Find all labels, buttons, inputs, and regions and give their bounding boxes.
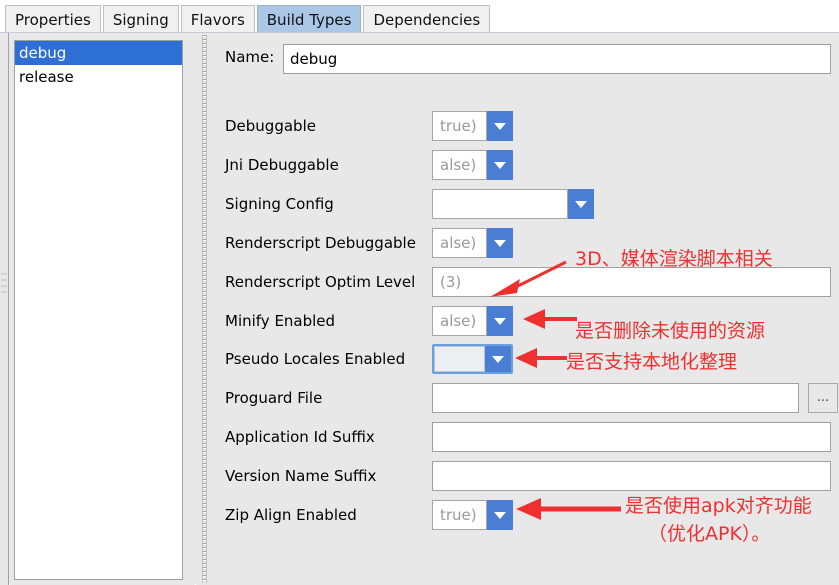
tab-build-types[interactable]: Build Types [256, 5, 362, 33]
annotation-label-renderscript: 3D、媒体渲染脚本相关 [575, 248, 773, 270]
splitter-grip [202, 35, 207, 583]
combo-minify-enabled-value: alse) [432, 306, 487, 336]
label-minify-enabled: Minify Enabled [225, 312, 336, 330]
build-type-list-panel: debug release [10, 33, 212, 585]
label-signing-config: Signing Config [225, 195, 334, 213]
browse-proguard-file-button[interactable]: ... [808, 383, 838, 413]
tab-signing[interactable]: Signing [102, 5, 179, 33]
label-debuggable: Debuggable [225, 117, 316, 135]
label-version-name-suffix: Version Name Suffix [225, 467, 377, 485]
combo-pseudo-locales-enabled[interactable] [432, 344, 513, 374]
label-renderscript-debuggable: Renderscript Debuggable [225, 234, 416, 252]
tab-dependencies[interactable]: Dependencies [363, 5, 491, 33]
list-item-debug[interactable]: debug [15, 41, 182, 65]
combo-jni-debuggable[interactable]: alse) [432, 150, 513, 180]
build-type-list[interactable]: debug release [14, 40, 183, 580]
input-version-name-suffix[interactable] [432, 461, 831, 491]
chevron-down-icon[interactable] [487, 150, 513, 180]
chevron-down-icon[interactable] [568, 189, 594, 219]
combo-zip-align-enabled-value: true) [432, 500, 487, 530]
combo-minify-enabled[interactable]: alse) [432, 306, 513, 336]
tab-flavors[interactable]: Flavors [180, 5, 255, 33]
rail-grip-handle[interactable] [1, 273, 7, 301]
panel-splitter[interactable] [196, 33, 214, 585]
chevron-down-icon[interactable] [485, 346, 511, 372]
combo-renderscript-debuggable[interactable]: alse) [432, 228, 513, 258]
label-pseudo-locales-enabled: Pseudo Locales Enabled [225, 350, 406, 368]
combo-signing-config[interactable] [432, 189, 594, 219]
chevron-down-icon[interactable] [487, 306, 513, 336]
left-tool-rail [0, 33, 9, 585]
list-item-release[interactable]: release [15, 65, 182, 89]
label-renderscript-optim-level: Renderscript Optim Level [225, 273, 416, 291]
tab-bar: Properties Signing Flavors Build Types D… [0, 0, 839, 33]
label-zip-align-enabled: Zip Align Enabled [225, 506, 357, 524]
name-row: Name: [225, 44, 831, 74]
label-proguard-file: Proguard File [225, 389, 323, 407]
combo-jni-debuggable-value: alse) [432, 150, 487, 180]
name-input[interactable] [283, 44, 831, 74]
combo-debuggable[interactable]: true) [432, 111, 513, 141]
combo-debuggable-value: true) [432, 111, 487, 141]
chevron-down-icon[interactable] [487, 500, 513, 530]
tab-properties[interactable]: Properties [5, 5, 101, 33]
combo-pseudo-locales-enabled-value [434, 346, 485, 372]
name-label: Name: [225, 48, 275, 66]
annotation-label-minify: 是否删除未使用的资源 [575, 320, 766, 342]
label-application-id-suffix: Application Id Suffix [225, 428, 375, 446]
input-proguard-file[interactable] [432, 383, 799, 413]
build-types-panel: debug release Name: Debuggable [0, 32, 839, 585]
chevron-down-icon[interactable] [487, 228, 513, 258]
combo-zip-align-enabled[interactable]: true) [432, 500, 513, 530]
combo-renderscript-debuggable-value: alse) [432, 228, 487, 258]
annotation-label-zip-align-line2: （优化APK）。 [648, 523, 771, 545]
chevron-down-icon[interactable] [487, 111, 513, 141]
label-jni-debuggable: Jni Debuggable [225, 156, 339, 174]
input-application-id-suffix[interactable] [432, 422, 831, 452]
annotation-label-zip-align: 是否使用apk对齐功能 [625, 495, 812, 517]
combo-signing-config-value [432, 189, 568, 219]
annotation-label-pseudo-locales: 是否支持本地化整理 [566, 351, 738, 373]
